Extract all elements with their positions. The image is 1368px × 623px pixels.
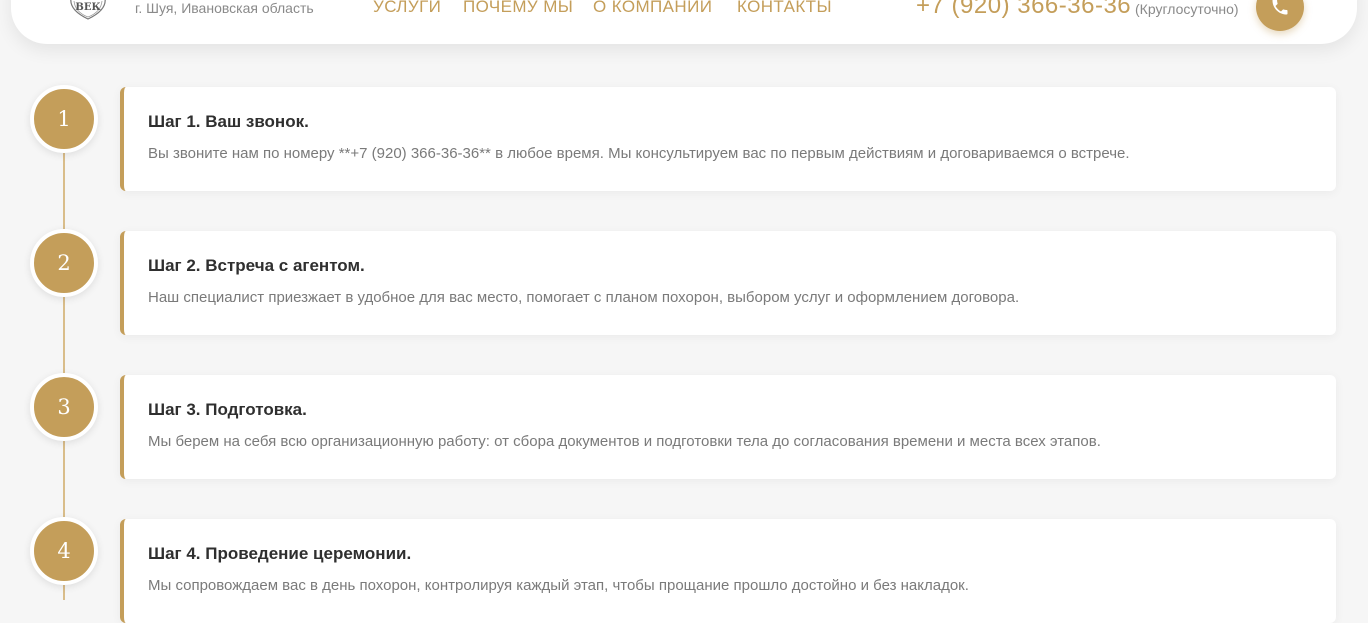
step-description: Мы сопровождаем вас в день похорон, конт… — [148, 577, 969, 594]
step-description: Мы берем на себя всю организационную раб… — [148, 433, 1101, 450]
site-header: ВЕК г. Шуя, Ивановская область УСЛУГИ ПО… — [11, 0, 1357, 44]
phone-icon — [1272, 0, 1288, 15]
header-phone-link[interactable]: +7 (920) 366-36-36 — [916, 0, 1131, 20]
step-card: Шаг 1. Ваш звонок. Вы звоните нам по ном… — [120, 87, 1336, 191]
step-number-badge: 2 — [30, 229, 98, 297]
step-description: Вы звоните нам по номеру **+7 (920) 366-… — [148, 145, 1130, 162]
logo-emblem-icon: ВЕК — [70, 0, 106, 20]
company-logo[interactable]: ВЕК — [65, 0, 111, 22]
nav-link-contacts[interactable]: КОНТАКТЫ — [737, 0, 832, 17]
timeline-connector — [63, 441, 65, 521]
phone-hours-note: (Круглосуточно) — [1135, 1, 1239, 17]
call-button[interactable] — [1256, 0, 1304, 31]
step-title: Шаг 1. Ваш звонок. — [148, 112, 309, 131]
nav-link-services[interactable]: УСЛУГИ — [373, 0, 441, 17]
step-title: Шаг 3. Подготовка. — [148, 400, 307, 419]
step-number-badge: 4 — [30, 517, 98, 585]
step-card: Шаг 4. Проведение церемонии. Мы сопровож… — [120, 519, 1336, 623]
timeline-connector — [63, 585, 65, 600]
city-location: г. Шуя, Ивановская область — [135, 0, 314, 16]
step-card: Шаг 2. Встреча с агентом. Наш специалист… — [120, 231, 1336, 335]
nav-link-about[interactable]: О КОМПАНИИ — [593, 0, 712, 17]
step-number-badge: 1 — [30, 85, 98, 153]
step-number-badge: 3 — [30, 373, 98, 441]
step-title: Шаг 4. Проведение церемонии. — [148, 544, 412, 563]
timeline-connector — [63, 297, 65, 377]
step-title: Шаг 2. Встреча с агентом. — [148, 256, 365, 275]
timeline-connector — [63, 153, 65, 233]
step-card: Шаг 3. Подготовка. Мы берем на себя всю … — [120, 375, 1336, 479]
svg-text:ВЕК: ВЕК — [75, 2, 100, 13]
step-description: Наш специалист приезжает в удобное для в… — [148, 289, 1020, 306]
nav-link-why-us[interactable]: ПОЧЕМУ МЫ — [463, 0, 573, 17]
